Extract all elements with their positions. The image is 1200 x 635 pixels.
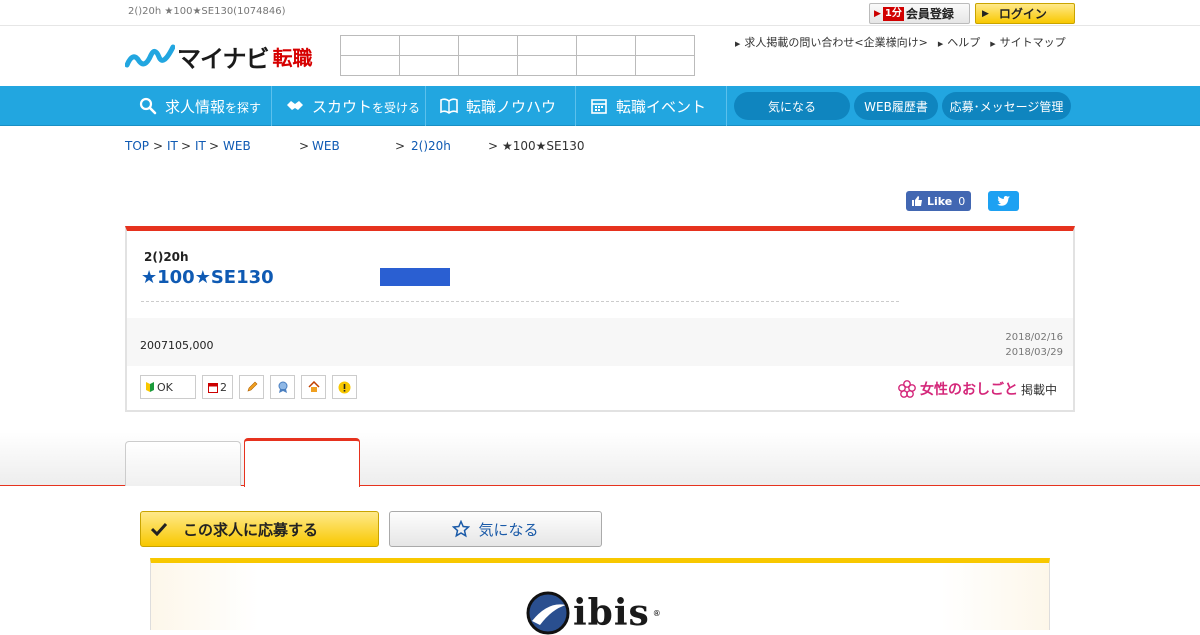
- banner-cell[interactable]: [459, 56, 518, 76]
- nav-item-knowhow[interactable]: 転職ノウハウ: [426, 86, 576, 126]
- tab-inactive[interactable]: [125, 441, 241, 486]
- banner-cell[interactable]: [341, 56, 400, 76]
- breadcrumb-item[interactable]: WEB: [312, 139, 340, 153]
- breadcrumb-item[interactable]: IT: [167, 139, 178, 153]
- triangle-icon: ▶: [937, 40, 944, 48]
- login-button[interactable]: ▶ ログイン: [975, 3, 1075, 24]
- logo-mark-icon: [125, 44, 175, 68]
- book-icon: [440, 98, 458, 114]
- banner-cell[interactable]: [636, 36, 695, 56]
- breadcrumb-current: ★100★SE130: [502, 139, 585, 153]
- job-card: 2()20h ★100★SE130 2007105,000 2018/02/16…: [125, 226, 1075, 412]
- banner-cell[interactable]: [459, 36, 518, 56]
- feature-icons: OK 2: [140, 375, 357, 399]
- handshake-icon: [287, 101, 303, 110]
- holiday-icon: 2: [202, 375, 233, 399]
- new-badge: [380, 268, 450, 286]
- favorite-button[interactable]: 気になる: [389, 511, 602, 547]
- banner-cell[interactable]: [518, 56, 577, 76]
- banner-cell[interactable]: [636, 56, 695, 76]
- link-sitemap[interactable]: ▶ サイトマップ: [990, 34, 1065, 50]
- page-title: 2()20h ★100★SE130(1074846): [128, 6, 286, 17]
- apply-button[interactable]: この求人に応募する: [140, 511, 379, 547]
- thumbs-up-icon: [912, 196, 922, 206]
- header-links: ▶ 求人掲載の問い合わせ<企業様向け> ▶ ヘルプ ▶ サイトマップ: [735, 34, 1066, 50]
- banner-cell[interactable]: [400, 56, 459, 76]
- top-bar: 2()20h ★100★SE130(1074846) ▶ 1分 会員登録 ▶ ロ…: [0, 0, 1200, 26]
- link-help[interactable]: ▶ ヘルプ: [938, 34, 980, 50]
- banner-cell[interactable]: [400, 36, 459, 56]
- salary-text: 2007105,000: [140, 339, 214, 352]
- triangle-icon: ▶: [990, 40, 996, 48]
- banner-cell[interactable]: [518, 36, 577, 56]
- award-icon: [270, 375, 295, 399]
- triangle-icon: ▶: [735, 40, 741, 48]
- calendar-icon: [591, 99, 607, 114]
- chevron-right-icon: ▶: [982, 8, 989, 19]
- date-posted: 2018/02/16: [1005, 332, 1063, 343]
- global-nav: 求人情報を探す スカウトを受ける 転職ノウハウ 転職イベント 気になる WEB履…: [0, 86, 1200, 126]
- nav-item-events[interactable]: 転職イベント: [576, 86, 727, 126]
- pill-favorites[interactable]: 気になる: [734, 92, 850, 120]
- company-banner: ibis ®: [150, 558, 1050, 635]
- nav-item-job-search[interactable]: 求人情報を探す: [125, 86, 272, 126]
- tab-active[interactable]: [244, 438, 360, 487]
- banner-cell[interactable]: [341, 36, 400, 56]
- breadcrumb-item[interactable]: WEB: [223, 139, 251, 153]
- breadcrumb-item[interactable]: 2()20h: [411, 139, 451, 153]
- banner-cell[interactable]: [577, 36, 636, 56]
- job-title[interactable]: ★100★SE130: [141, 267, 274, 288]
- logo-text: マイナビ: [177, 44, 270, 73]
- twitter-share-button[interactable]: [988, 191, 1019, 211]
- register-button[interactable]: ▶ 1分 会員登録: [869, 3, 970, 24]
- search-icon: [139, 97, 157, 115]
- info-band: [127, 318, 1073, 366]
- ibis-globe-icon: [526, 591, 570, 635]
- flower-icon: [898, 380, 916, 398]
- women-job-badge: 女性のおしごと 掲載中: [897, 379, 1057, 399]
- register-label: 会員登録: [905, 7, 954, 21]
- site-header: マイナビ 転職 ▶ 求人掲載の問い合わせ<企業様向け> ▶ ヘルプ ▶ サイトマップ: [0, 26, 1200, 86]
- star-icon: [452, 520, 471, 538]
- dotted-divider: [141, 301, 899, 302]
- pill-application-manage[interactable]: 応募･メッセージ管理: [942, 92, 1071, 120]
- check-icon: [151, 522, 167, 536]
- company-name: 2()20h: [144, 250, 189, 264]
- breadcrumb-item[interactable]: IT: [195, 139, 206, 153]
- beginner-ok-icon: OK: [140, 375, 196, 399]
- site-logo[interactable]: マイナビ 転職: [125, 40, 313, 73]
- alert-icon: [332, 375, 357, 399]
- chevron-right-icon: ▶: [874, 8, 881, 19]
- house-icon: [301, 375, 326, 399]
- nav-item-scout[interactable]: スカウトを受ける: [272, 86, 426, 126]
- banner-cell[interactable]: [577, 56, 636, 76]
- facebook-like-button[interactable]: Like 0: [906, 191, 971, 211]
- company-logo: ibis ®: [526, 591, 661, 635]
- register-badge: 1分: [882, 6, 904, 21]
- partner-banner-grid: [340, 35, 695, 76]
- link-employer-inquiry[interactable]: ▶ 求人掲載の問い合わせ<企業様向け>: [735, 34, 928, 50]
- pencil-icon: [239, 375, 264, 399]
- pill-web-resume[interactable]: WEB履歴書: [854, 92, 938, 120]
- logo-sub: 転職: [272, 45, 313, 70]
- login-label: ログイン: [998, 7, 1047, 21]
- twitter-bird-icon: [996, 195, 1010, 206]
- tab-bar: [0, 432, 1200, 487]
- breadcrumb-item[interactable]: TOP: [125, 139, 149, 153]
- date-end: 2018/03/29: [1005, 347, 1063, 358]
